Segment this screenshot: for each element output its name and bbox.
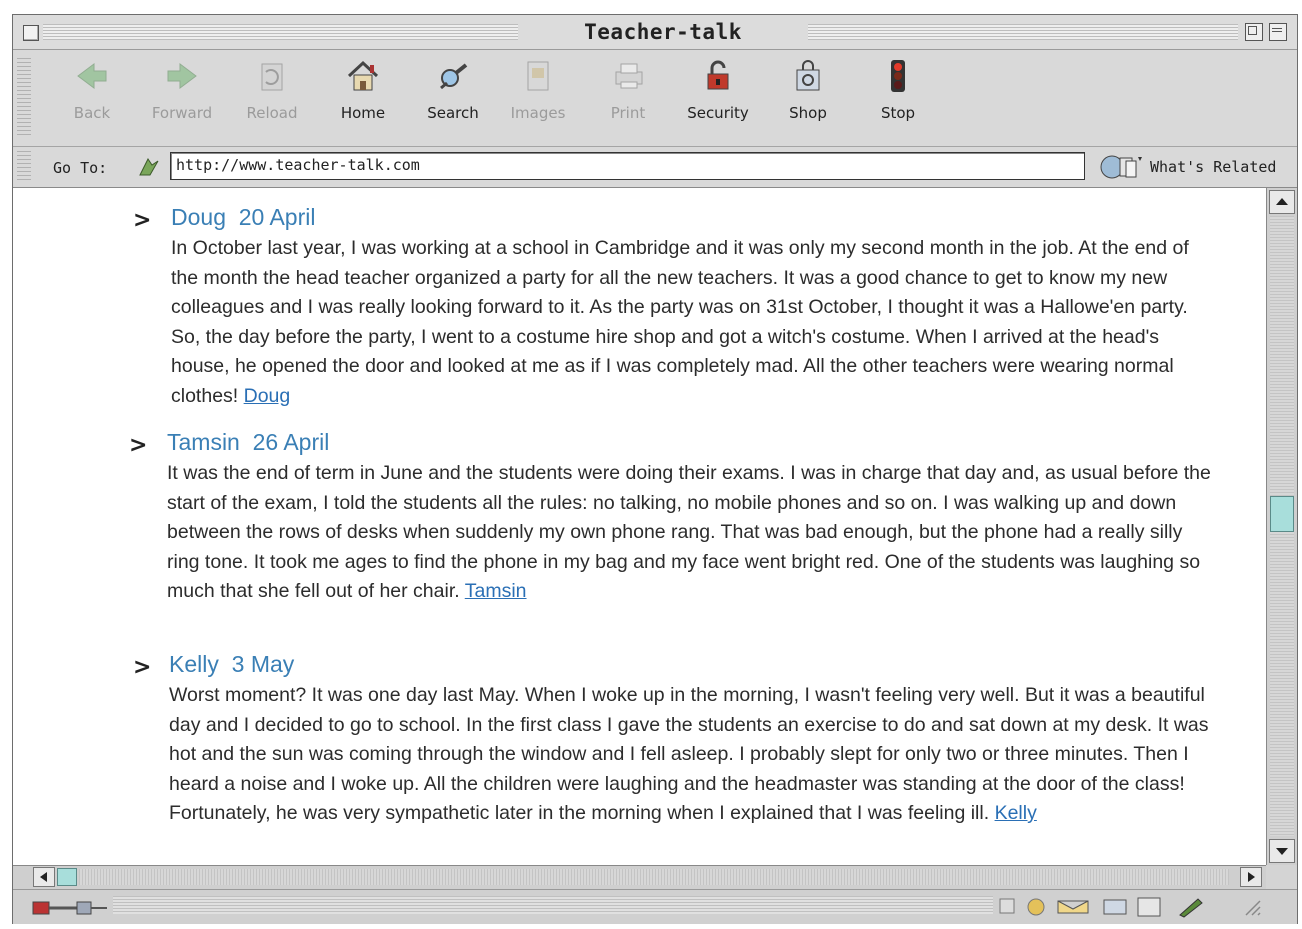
- signature-link-doug[interactable]: Doug: [244, 385, 291, 407]
- stop-button[interactable]: Stop: [859, 56, 937, 122]
- entry-heading: Doug 20 April: [171, 204, 315, 231]
- window-title: Teacher-talk: [584, 20, 742, 44]
- entry-text: In October last year, I was working at a…: [171, 234, 1216, 411]
- entry-author: Doug: [171, 204, 226, 230]
- title-bar-stripes: [43, 24, 518, 40]
- horizontal-scrollbar[interactable]: [13, 865, 1266, 889]
- shop-button[interactable]: Shop: [769, 56, 847, 122]
- scroll-down-button[interactable]: [1269, 839, 1295, 863]
- title-bar[interactable]: Teacher-talk: [13, 15, 1297, 50]
- forward-label: Forward: [151, 104, 213, 122]
- reload-icon: [261, 63, 283, 91]
- url-field[interactable]: http://www.teacher-talk.com: [170, 152, 1085, 180]
- search-label: Search: [427, 104, 479, 122]
- back-label: Back: [73, 104, 111, 122]
- print-label: Print: [610, 104, 646, 122]
- entry-heading: Tamsin 26 April: [167, 429, 329, 456]
- home-label: Home: [340, 104, 386, 122]
- whats-related-button[interactable]: What's Related: [1098, 151, 1283, 181]
- status-grid-icon: [999, 898, 1015, 914]
- horizontal-scroll-track[interactable]: [79, 869, 1229, 885]
- entry-heading: Kelly 3 May: [169, 651, 294, 678]
- shop-label: Shop: [789, 104, 827, 122]
- signature-link-kelly[interactable]: Kelly: [995, 802, 1037, 824]
- entry-bullet-arrow: >: [133, 208, 152, 233]
- search-button[interactable]: Search: [414, 56, 492, 122]
- entry-text: It was the end of term in June and the s…: [167, 459, 1217, 607]
- vertical-scroll-thumb[interactable]: [1270, 496, 1294, 532]
- printer-icon: [615, 63, 643, 89]
- entry-author: Tamsin: [167, 429, 240, 455]
- entry-body: Worst moment? It was one day last May. W…: [169, 684, 1209, 824]
- status-composer-icon[interactable]: [1179, 898, 1203, 918]
- horizontal-scroll-thumb[interactable]: [57, 868, 77, 886]
- zoom-box[interactable]: [1245, 23, 1263, 41]
- status-icons: [998, 895, 1268, 919]
- connection-icon: [32, 901, 107, 915]
- scroll-left-button[interactable]: [33, 867, 55, 887]
- vertical-scrollbar[interactable]: [1266, 188, 1297, 865]
- search-icon: [440, 63, 468, 90]
- up-arrow-icon: [1276, 198, 1288, 205]
- entry-bullet-arrow: >: [133, 655, 152, 680]
- scroll-up-button[interactable]: [1269, 190, 1295, 214]
- status-progress: [113, 896, 993, 914]
- entry-date: 20 April: [238, 204, 316, 230]
- security-label: Security: [687, 104, 749, 122]
- padlock-icon: [707, 60, 729, 90]
- status-mail-icon[interactable]: [1057, 900, 1089, 914]
- status-bar: [13, 889, 1297, 924]
- entry-body: In October last year, I was working at a…: [171, 237, 1189, 407]
- collapse-box[interactable]: [1269, 23, 1287, 41]
- print-button[interactable]: Print: [589, 56, 667, 122]
- home-icon: [347, 60, 379, 91]
- status-sun-icon: [1027, 898, 1045, 916]
- images-icon: [527, 61, 549, 91]
- entry-date: 26 April: [252, 429, 330, 455]
- location-bar: Go To: http://www.teacher-talk.com What'…: [13, 147, 1297, 188]
- page-proxy-icon[interactable]: [136, 155, 162, 179]
- browser-window: Teacher-talk Back Forward Reload Home Se…: [12, 14, 1298, 924]
- entry-body: It was the end of term in June and the s…: [167, 462, 1211, 602]
- home-button[interactable]: Home: [324, 56, 402, 122]
- resize-grip-icon[interactable]: [1245, 900, 1261, 916]
- navigation-toolbar: Back Forward Reload Home Search Images P…: [13, 50, 1297, 147]
- stop-light-icon: [891, 60, 905, 92]
- page-content: > Doug 20 April In October last year, I …: [13, 188, 1266, 865]
- entry-author: Kelly: [169, 651, 219, 677]
- whats-related-icon: [1100, 155, 1142, 179]
- forward-arrow-icon: [167, 63, 197, 89]
- left-arrow-icon: [40, 872, 47, 882]
- close-box[interactable]: [23, 25, 39, 41]
- entry-text: Worst moment? It was one day last May. W…: [169, 681, 1219, 829]
- security-button[interactable]: Security: [679, 56, 757, 122]
- toolbar-grip[interactable]: [17, 58, 31, 138]
- signature-link-tamsin[interactable]: Tamsin: [465, 580, 527, 602]
- reload-label: Reload: [246, 104, 298, 122]
- status-chat-icon[interactable]: [1103, 899, 1127, 915]
- title-bar-stripes: [808, 24, 1238, 40]
- scroll-right-button[interactable]: [1240, 867, 1262, 887]
- status-address-book-icon[interactable]: [1137, 897, 1161, 917]
- stop-label: Stop: [880, 104, 916, 122]
- whats-related-label: What's Related: [1150, 158, 1277, 176]
- reload-button[interactable]: Reload: [233, 56, 311, 122]
- down-arrow-icon: [1276, 848, 1288, 855]
- forward-button[interactable]: Forward: [143, 56, 221, 122]
- back-arrow-icon: [77, 63, 107, 89]
- go-to-label: Go To:: [53, 159, 108, 177]
- back-button[interactable]: Back: [53, 56, 131, 122]
- images-button[interactable]: Images: [499, 56, 577, 122]
- entry-date: 3 May: [231, 651, 295, 677]
- entry-bullet-arrow: >: [129, 433, 148, 458]
- location-grip[interactable]: [17, 151, 31, 183]
- images-label: Images: [510, 104, 566, 122]
- shopping-bag-icon: [796, 60, 820, 91]
- right-arrow-icon: [1248, 872, 1255, 882]
